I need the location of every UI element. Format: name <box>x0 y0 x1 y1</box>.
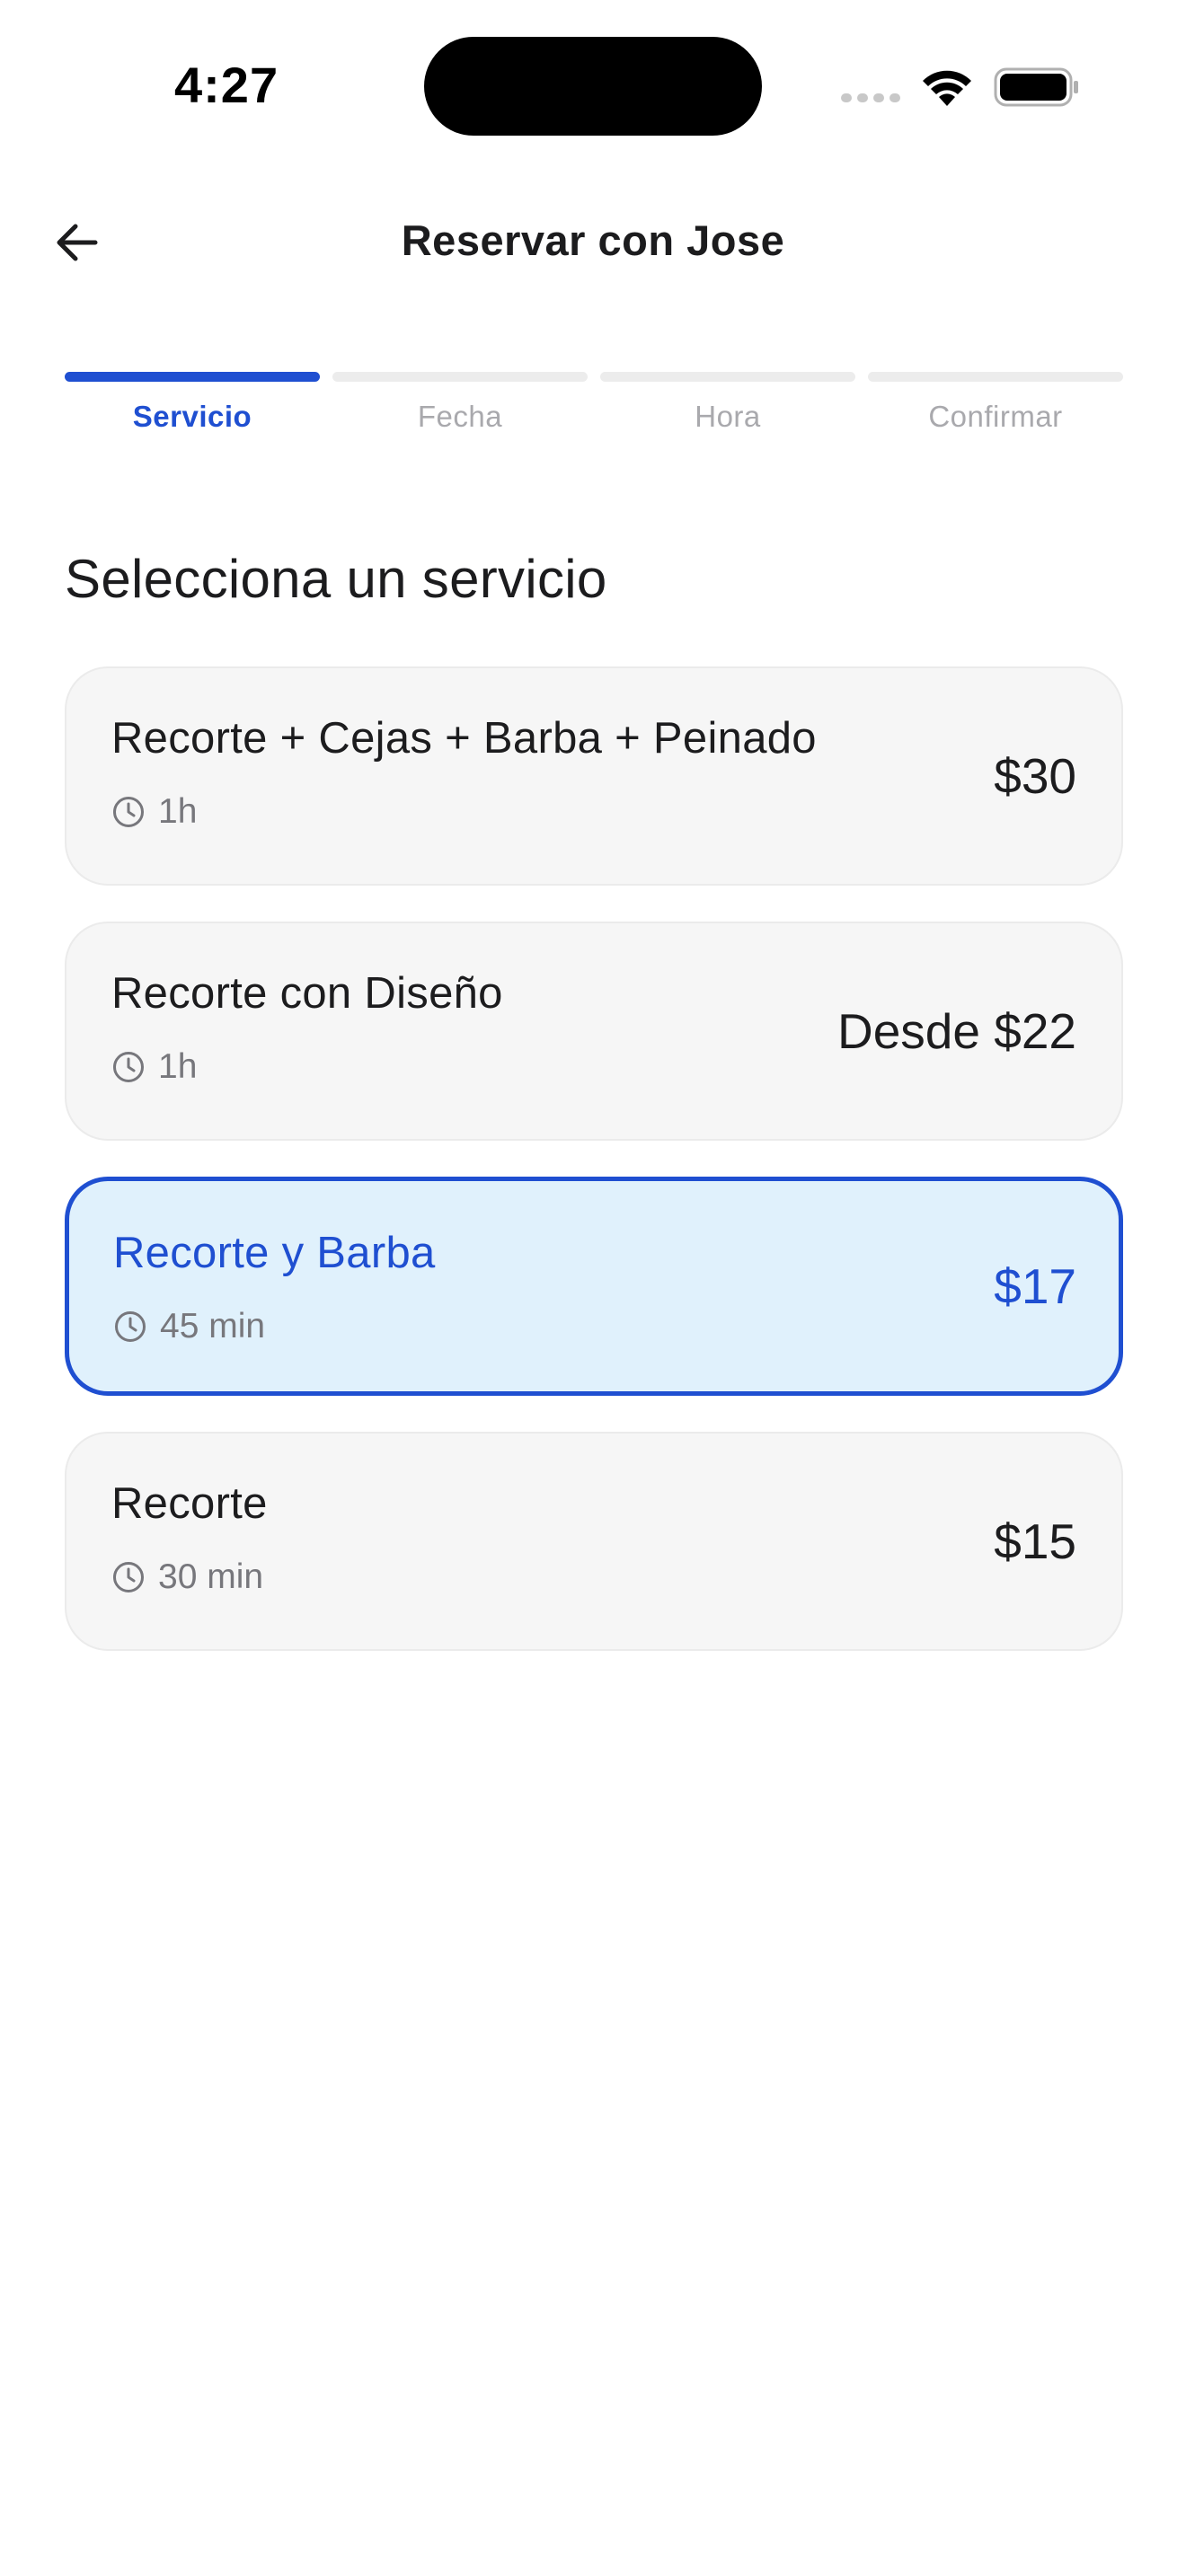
service-card-selected[interactable]: Recorte y Barba 45 min $17 <box>65 1177 1123 1396</box>
clock-icon <box>113 1052 144 1082</box>
step-label: Fecha <box>417 400 503 433</box>
service-name: Recorte y Barba <box>113 1229 436 1277</box>
duration-text: 1h <box>158 792 198 831</box>
step-confirmar[interactable]: Confirmar <box>868 372 1123 434</box>
battery-icon <box>994 67 1078 107</box>
service-duration: 1h <box>111 792 197 832</box>
clock-icon <box>113 797 144 827</box>
step-servicio[interactable]: Servicio <box>65 372 320 434</box>
service-name: Recorte con Diseño <box>111 969 503 1018</box>
service-duration: 1h <box>111 1047 197 1087</box>
clock-icon <box>113 1562 144 1592</box>
step-progress-bar <box>600 372 855 382</box>
service-price: Desde $22 <box>836 1003 1076 1059</box>
service-duration: 45 min <box>113 1307 265 1346</box>
duration-text: 1h <box>158 1047 198 1086</box>
step-progress-bar <box>65 372 320 382</box>
service-name: Recorte <box>111 1479 268 1528</box>
service-list: Recorte + Cejas + Barba + Peinado 1h $30… <box>65 666 1123 1687</box>
service-price: $15 <box>994 1513 1076 1569</box>
service-duration: 30 min <box>111 1557 263 1597</box>
step-label: Servicio <box>132 400 252 433</box>
service-price: $30 <box>994 748 1076 804</box>
service-card[interactable]: Recorte + Cejas + Barba + Peinado 1h $30 <box>65 666 1123 886</box>
wifi-icon <box>923 70 971 106</box>
step-label: Hora <box>695 400 761 433</box>
section-title: Selecciona un servicio <box>65 549 607 609</box>
service-name: Recorte + Cejas + Barba + Peinado <box>111 714 817 763</box>
step-hora[interactable]: Hora <box>600 372 855 434</box>
clock-icon <box>115 1311 146 1342</box>
page-title: Reservar con Jose <box>401 216 785 264</box>
step-progress-bar <box>332 372 588 382</box>
duration-text: 30 min <box>158 1557 264 1596</box>
service-card[interactable]: Recorte 30 min $15 <box>65 1432 1123 1651</box>
cellular-signal-icon <box>841 93 900 102</box>
dynamic-island <box>424 37 762 136</box>
service-price: $17 <box>994 1258 1076 1314</box>
status-time: 4:27 <box>174 57 279 113</box>
duration-text: 45 min <box>160 1307 266 1345</box>
booking-stepper: Servicio Fecha Hora Confirmar <box>65 372 1123 434</box>
status-bar: 4:27 <box>0 0 1186 171</box>
service-card[interactable]: Recorte con Diseño 1h Desde $22 <box>65 922 1123 1141</box>
step-label: Confirmar <box>928 400 1063 433</box>
step-fecha[interactable]: Fecha <box>332 372 588 434</box>
step-progress-bar <box>868 372 1123 382</box>
